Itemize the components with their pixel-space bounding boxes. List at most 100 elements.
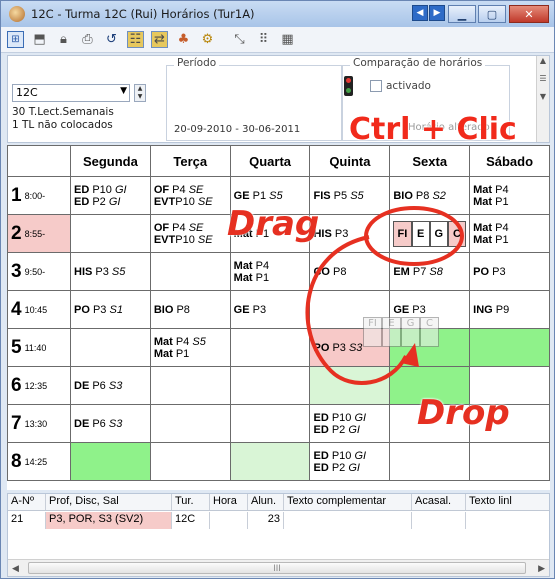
ghost-cell: E (382, 317, 401, 347)
subgroup-cell[interactable]: G (429, 220, 448, 247)
lesson-cell[interactable]: Mat P4 S5 Mat P1 (149, 328, 231, 367)
app-logo-icon (9, 6, 25, 22)
lesson-cell[interactable] (229, 328, 311, 367)
lesson-cell[interactable] (149, 404, 231, 443)
lesson-cell[interactable]: PO P3 S1 (70, 290, 151, 329)
lesson-cell-selected[interactable]: FIS P5 S5 (309, 176, 391, 215)
lesson-cell[interactable]: ED P10 GI ED P2 GI (309, 404, 391, 443)
lesson-cell-free[interactable] (469, 328, 550, 367)
lesson-cell[interactable]: Mat P4 Mat P1 (469, 214, 550, 253)
lesson-cell[interactable]: BIO P8 (149, 290, 231, 329)
dotted-grid-icon[interactable]: ⠿ (255, 31, 272, 48)
activated-label: activado (386, 80, 431, 92)
minimize-button[interactable]: ▁ (448, 5, 476, 23)
title-bar[interactable]: 12C - Turma 12C (Rui) Horários (Tur1A) ◀… (1, 1, 554, 27)
lesson-cell[interactable]: DE P6 S3 (70, 404, 151, 443)
ghost-cell: G (401, 317, 420, 347)
group-subcells: FI E G C (393, 220, 467, 247)
time-slot: 5 11:40 (7, 328, 71, 367)
time-slot: 6 12:35 (7, 366, 71, 405)
lesson-cell[interactable] (149, 442, 231, 481)
lesson-cell[interactable]: EM P7 S8 (389, 252, 471, 291)
lesson-cell[interactable] (70, 214, 151, 253)
lesson-cell[interactable]: HIS P3 (309, 214, 391, 253)
lesson-cell[interactable]: ED P10 GI ED P2 GI (309, 442, 391, 481)
list-col-header[interactable]: Prof, Disc, Sal (46, 494, 172, 510)
list-col-header[interactable]: Alun. (248, 494, 284, 510)
nav-next-icon[interactable]: ▶ (429, 5, 445, 21)
scroll-right-icon[interactable]: ▶ (538, 563, 545, 574)
list-header: A-Nº Prof, Disc, Sal Tur. Hora Alun. Tex… (8, 494, 549, 511)
class-spinner[interactable]: ▲ ▼ (134, 84, 146, 102)
weekly-lessons-text: 30 T.Lect.Semanais (12, 106, 114, 118)
subgroup-cell[interactable]: C (447, 220, 467, 247)
lesson-cell[interactable]: OF P4 SE EVTP10 SE (149, 214, 231, 253)
lesson-cell[interactable] (389, 442, 471, 481)
lesson-cell-free[interactable] (309, 366, 391, 405)
list-col-header[interactable]: Acasal. (412, 494, 466, 510)
time-slot: 7 13:30 (7, 404, 71, 443)
nav-prev-icon[interactable]: ◀ (412, 5, 428, 21)
lesson-cell[interactable]: BIO P8 S2 (389, 176, 471, 215)
subgroup-cell[interactable]: E (411, 220, 430, 247)
compare-label: Comparação de horários (350, 57, 486, 69)
group-icon[interactable]: ☷ (127, 31, 144, 48)
lesson-cell[interactable]: Mat P4 Mat P1 (469, 176, 550, 215)
list-col-header[interactable]: Hora (210, 494, 248, 510)
lesson-cell-multi[interactable]: FI E G C (389, 214, 471, 253)
period-value: 20-09-2010 - 30-06-2011 (174, 124, 301, 135)
day-header: Quinta (309, 145, 391, 177)
chevron-down-icon: ▼ (120, 86, 127, 96)
lesson-cell[interactable] (70, 328, 151, 367)
subgroup-cell[interactable]: FI (393, 220, 412, 247)
undo-icon[interactable]: ↺ (103, 31, 120, 48)
chair-icon[interactable]: ⬒ (31, 31, 48, 48)
class-select[interactable]: 12C ▼ (12, 84, 130, 102)
day-header: Sexta (389, 145, 471, 177)
ctrl-click-annotation: Ctrl + Clic (349, 112, 517, 147)
lesson-cell[interactable] (229, 366, 311, 405)
lesson-cell[interactable]: CO P8 (309, 252, 391, 291)
horizontal-scrollbar[interactable]: ◀ III ▶ (8, 559, 549, 576)
lesson-cell-free[interactable] (229, 442, 311, 481)
activated-checkbox[interactable] (370, 80, 382, 92)
lesson-cell[interactable]: DE P6 S3 (70, 366, 151, 405)
lesson-cell[interactable] (469, 442, 550, 481)
lesson-cell[interactable] (229, 404, 311, 443)
filter-scrollbar[interactable]: ▲ ☰ ▼ (536, 56, 549, 142)
lesson-cell-free[interactable] (70, 442, 151, 481)
drag-ghost: FI E G C (363, 317, 439, 347)
list-col-header[interactable]: Tur. (172, 494, 210, 510)
resize-icon[interactable]: ⤡ (231, 31, 248, 48)
list-col-header[interactable]: A-Nº (8, 494, 46, 510)
lesson-cell[interactable] (149, 252, 231, 291)
list-row[interactable]: 21 P3, POR, S3 (SV2) 12C 23 (8, 512, 549, 529)
day-header: Segunda (70, 145, 151, 177)
scroll-left-icon[interactable]: ◀ (12, 563, 19, 574)
gears-icon[interactable]: ⚙ (199, 31, 216, 48)
grid-icon[interactable]: ⊞ (7, 31, 24, 48)
list-col-header[interactable]: Texto complementar (284, 494, 412, 510)
maximize-button[interactable]: ▢ (478, 5, 506, 23)
period-label: Período (174, 57, 220, 69)
timetable-window: 12C - Turma 12C (Rui) Horários (Tur1A) ◀… (0, 0, 555, 579)
lesson-cell[interactable]: Mat P4 Mat P1 (229, 252, 311, 291)
unplaced-lessons-text: 1 TL não colocados (12, 119, 113, 131)
timetable-grid: Segunda Terça Quarta Quinta Sexta Sábado… (7, 145, 550, 490)
lesson-cell[interactable]: ING P9 (469, 290, 550, 329)
lock-icon[interactable]: 🔒︎ (55, 31, 72, 48)
list-col-header[interactable]: Texto linl (466, 494, 549, 510)
print-icon[interactable]: ⎙ (79, 31, 96, 48)
lesson-cell[interactable]: PO P3 (469, 252, 550, 291)
swap-icon[interactable]: ⇄ (151, 31, 168, 48)
lesson-cell[interactable] (149, 366, 231, 405)
lesson-cell[interactable]: OF P4 SE EVTP10 SE (149, 176, 231, 215)
lesson-cell[interactable]: HIS P3 S5 (70, 252, 151, 291)
tree-icon[interactable]: ♣ (175, 31, 192, 48)
lesson-cell[interactable]: ED P10 GI ED P2 GI (70, 176, 151, 215)
scroll-thumb[interactable]: III (28, 562, 526, 574)
drop-annotation: Drop (417, 393, 510, 433)
close-button[interactable]: ✕ (509, 5, 549, 23)
calendar-grid-icon[interactable]: ▦ (279, 31, 296, 48)
lesson-cell[interactable]: GE P3 (229, 290, 311, 329)
